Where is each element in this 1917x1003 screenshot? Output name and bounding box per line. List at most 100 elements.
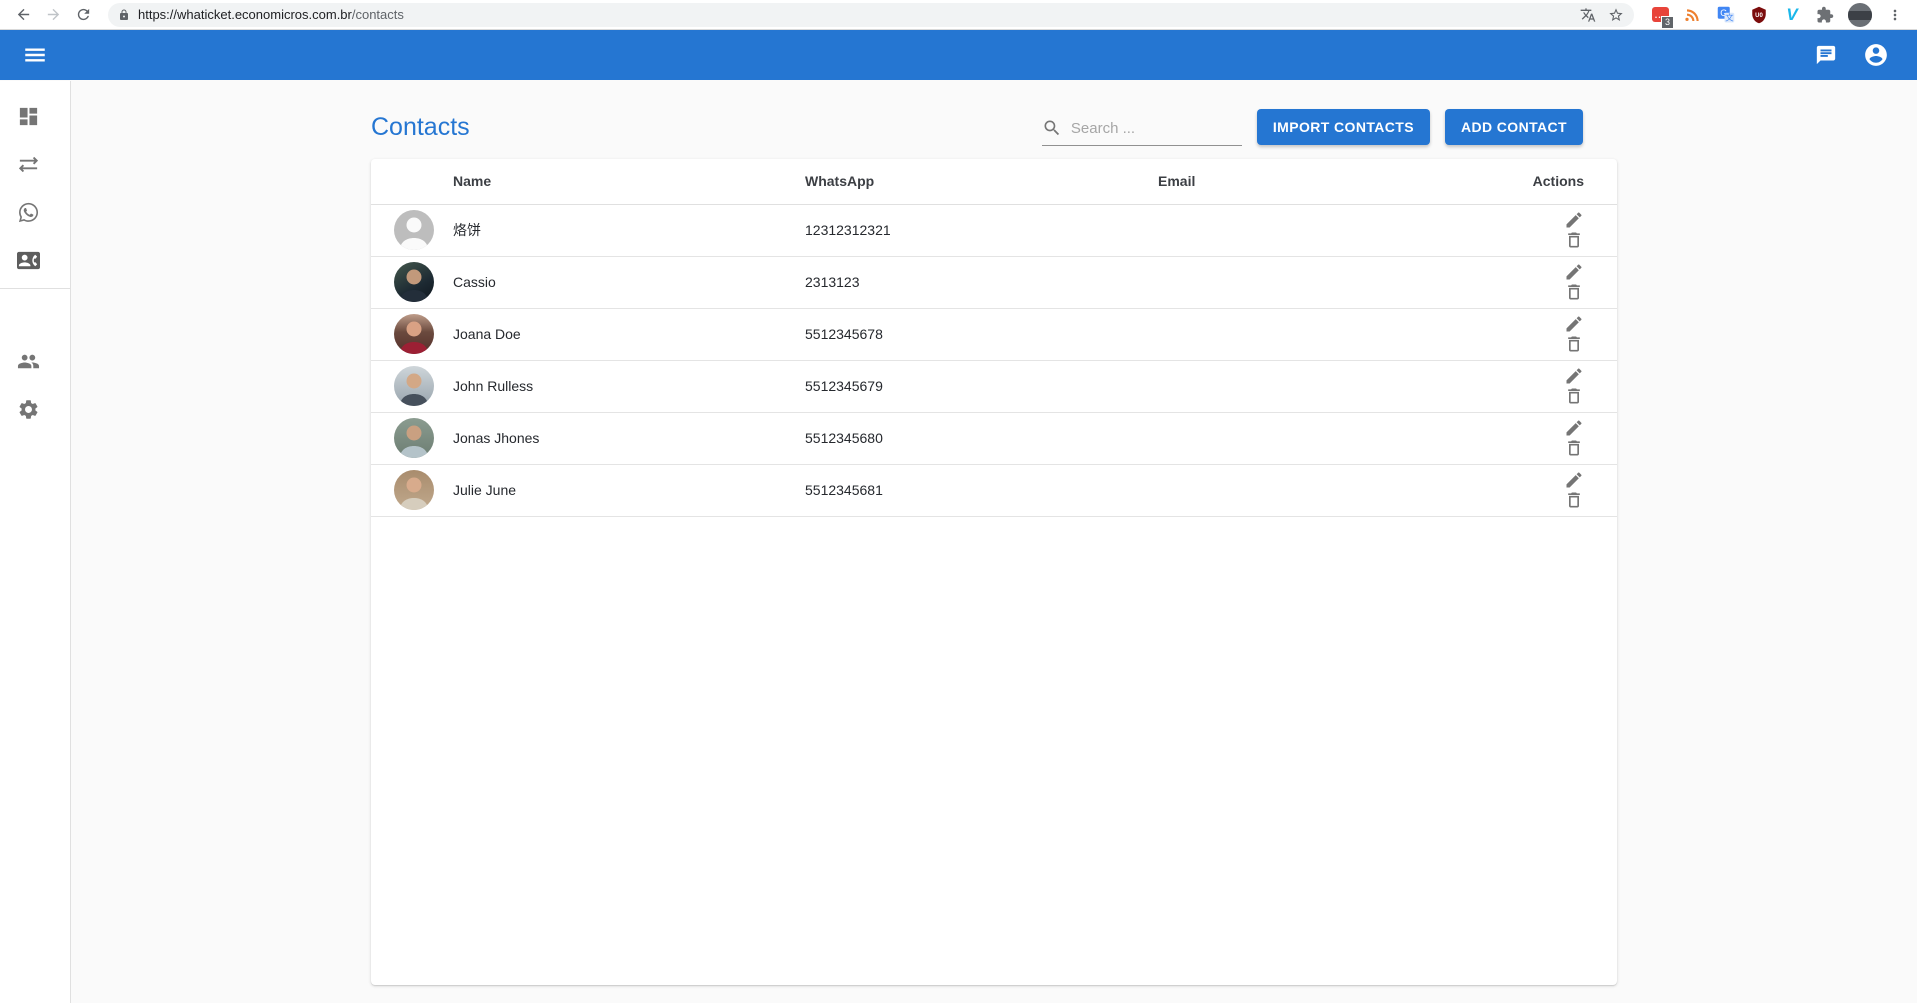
contact-email	[1158, 308, 1530, 360]
menu-icon[interactable]	[22, 42, 48, 68]
edit-contact-icon[interactable]	[1564, 418, 1584, 438]
vimeo-icon[interactable]: V	[1782, 5, 1802, 25]
sidebar-divider	[0, 288, 70, 289]
sidebar-item-dashboard[interactable]	[0, 92, 70, 140]
table-row: John Rulless 5512345679	[371, 360, 1617, 412]
contact-name: 烙饼	[453, 204, 805, 256]
header-whatsapp: WhatsApp	[805, 159, 1158, 204]
delete-contact-icon[interactable]	[1564, 386, 1584, 406]
svg-text:文: 文	[1725, 12, 1733, 22]
contact-actions	[1530, 360, 1617, 412]
edit-contact-icon[interactable]	[1564, 210, 1584, 230]
extensions-strip: ... 3 G文 U0 V	[1640, 3, 1909, 27]
lock-icon[interactable]	[118, 9, 130, 21]
add-contact-button[interactable]: ADD CONTACT	[1445, 109, 1583, 145]
rss-icon[interactable]	[1683, 5, 1703, 25]
delete-contact-icon[interactable]	[1564, 334, 1584, 354]
contact-avatar-cell	[371, 464, 453, 516]
delete-contact-icon[interactable]	[1564, 230, 1584, 250]
settings-gear-icon	[17, 398, 40, 421]
page-header: Contacts IMPORT CONTACTS ADD CONTACT	[371, 103, 1617, 151]
contact-actions	[1530, 464, 1617, 516]
contact-actions	[1530, 412, 1617, 464]
header-actions: Actions	[1530, 159, 1617, 204]
app-bar	[0, 30, 1917, 80]
sidebar-nav	[0, 81, 71, 1003]
browser-profile-avatar[interactable]	[1848, 3, 1872, 27]
dashboard-icon	[17, 105, 40, 128]
avatar	[394, 418, 434, 458]
contact-email	[1158, 256, 1530, 308]
sidebar-item-contacts[interactable]	[0, 236, 70, 284]
edit-contact-icon[interactable]	[1564, 366, 1584, 386]
whatsapp-icon	[17, 201, 40, 224]
contacts-card-icon	[17, 249, 40, 272]
sidebar-item-connections[interactable]	[0, 140, 70, 188]
edit-contact-icon[interactable]	[1564, 314, 1584, 334]
users-people-icon	[17, 350, 40, 373]
table-header-row: Name WhatsApp Email Actions	[371, 159, 1617, 204]
header-name: Name	[453, 159, 805, 204]
sidebar-item-users[interactable]	[0, 337, 70, 385]
reload-icon[interactable]	[70, 2, 96, 28]
delete-contact-icon[interactable]	[1564, 282, 1584, 302]
svg-text:U0: U0	[1755, 12, 1763, 18]
contact-actions	[1530, 308, 1617, 360]
avatar	[394, 366, 434, 406]
account-circle-icon[interactable]	[1863, 42, 1889, 68]
back-icon[interactable]	[10, 2, 36, 28]
sidebar-item-settings[interactable]	[0, 385, 70, 433]
avatar	[394, 314, 434, 354]
url-text: https://whaticket.economicros.com.br/con…	[138, 7, 1580, 22]
address-bar[interactable]: https://whaticket.economicros.com.br/con…	[108, 3, 1634, 27]
avatar	[394, 210, 434, 250]
avatar	[394, 262, 434, 302]
contact-avatar-cell	[371, 308, 453, 360]
contact-avatar-cell	[371, 412, 453, 464]
avatar	[394, 470, 434, 510]
browser-toolbar: https://whaticket.economicros.com.br/con…	[0, 0, 1917, 30]
main-content: Contacts IMPORT CONTACTS ADD CONTACT Nam…	[71, 81, 1917, 1003]
bookmark-star-icon[interactable]	[1608, 7, 1624, 23]
table-row: Jonas Jhones 5512345680	[371, 412, 1617, 464]
contact-avatar-cell	[371, 204, 453, 256]
import-contacts-button[interactable]: IMPORT CONTACTS	[1257, 109, 1430, 145]
contact-email	[1158, 360, 1530, 412]
contact-whatsapp: 12312312321	[805, 204, 1158, 256]
contacts-card: Name WhatsApp Email Actions 烙饼 123123123	[371, 159, 1617, 985]
page-title: Contacts	[371, 113, 470, 142]
contact-name: Jonas Jhones	[453, 412, 805, 464]
table-row: Julie June 5512345681	[371, 464, 1617, 516]
header-avatar	[371, 159, 453, 204]
extension-badge: 3	[1661, 16, 1674, 29]
delete-contact-icon[interactable]	[1564, 490, 1584, 510]
contact-name: Julie June	[453, 464, 805, 516]
contact-name: John Rulless	[453, 360, 805, 412]
contact-whatsapp: 5512345680	[805, 412, 1158, 464]
table-row: Joana Doe 5512345678	[371, 308, 1617, 360]
contact-name: Cassio	[453, 256, 805, 308]
red-extension-icon[interactable]: ... 3	[1650, 5, 1670, 25]
table-row: Cassio 2313123	[371, 256, 1617, 308]
browser-menu-icon[interactable]	[1885, 5, 1905, 25]
translate-extension-icon[interactable]: G文	[1716, 5, 1736, 25]
contact-whatsapp: 5512345681	[805, 464, 1158, 516]
chat-icon[interactable]	[1815, 44, 1837, 66]
translate-page-icon[interactable]	[1580, 7, 1596, 23]
ublock-shield-icon[interactable]: U0	[1749, 5, 1769, 25]
table-row: 烙饼 12312312321	[371, 204, 1617, 256]
extensions-puzzle-icon[interactable]	[1815, 5, 1835, 25]
contact-actions	[1530, 256, 1617, 308]
edit-contact-icon[interactable]	[1564, 262, 1584, 282]
search-icon	[1042, 118, 1062, 138]
forward-icon[interactable]	[40, 2, 66, 28]
edit-contact-icon[interactable]	[1564, 470, 1584, 490]
contact-whatsapp: 2313123	[805, 256, 1158, 308]
contact-whatsapp: 5512345678	[805, 308, 1158, 360]
contact-actions	[1530, 204, 1617, 256]
search-input[interactable]	[1071, 120, 1242, 137]
contact-name: Joana Doe	[453, 308, 805, 360]
sidebar-item-tickets[interactable]	[0, 188, 70, 236]
delete-contact-icon[interactable]	[1564, 438, 1584, 458]
connections-swap-icon	[17, 153, 40, 176]
